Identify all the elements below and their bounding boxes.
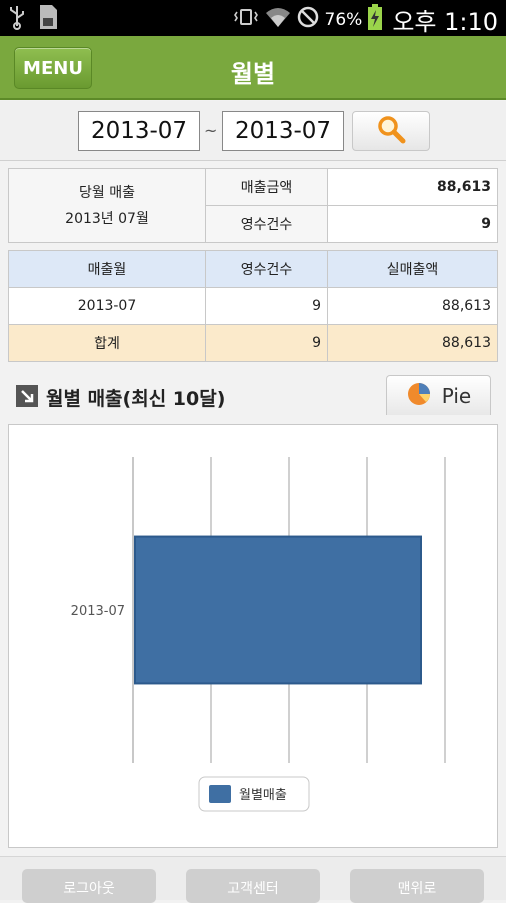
search-button[interactable] [352,111,430,151]
app-header: MENU 월별 [0,36,506,100]
row-month: 2013-07 [8,287,206,325]
battery-percent: 76% [324,9,363,30]
row-amount: 88,613 [327,287,498,325]
bar-chart: 2013-07 월별매출 [71,457,446,812]
table-row: 2013-07 9 88,613 [8,287,498,325]
monthly-sales-table: 매출월 영수건수 실매출액 2013-07 9 88,613 합계 9 88,6… [8,250,498,362]
support-button[interactable]: 고객센터 [186,869,320,903]
scroll-top-button[interactable]: 맨위로 [350,869,484,903]
logout-button[interactable]: 로그아웃 [22,869,156,903]
date-to-field[interactable]: 2013-07 [222,111,344,151]
sales-amount-label: 매출금액 [205,168,328,206]
summary-label-cell: 당월 매출 2013년 07월 [8,168,206,243]
column-header-month: 매출월 [8,250,206,288]
pie-chart-button[interactable]: Pie [386,375,491,415]
bottom-bar: 로그아웃 고객센터 맨위로 [0,856,506,903]
receipt-count-label: 영수건수 [205,205,328,243]
chart-area: 2013-07 월별매출 [8,424,498,848]
summary-label-line2: 2013년 07월 [65,210,149,227]
pie-button-label: Pie [441,383,472,408]
column-header-count: 영수건수 [205,250,328,288]
column-header-amount: 실매출액 [327,250,498,288]
sd-card-icon [36,4,58,34]
bar [134,535,422,685]
wifi-icon [265,5,291,34]
date-separator: ~ [204,121,218,140]
arrow-icon [16,384,38,411]
usb-icon [8,4,26,34]
sales-amount-value: 88,613 [327,168,498,206]
total-count: 9 [205,324,328,362]
chart-title: 월별 매출(최신 10달) [46,388,226,410]
no-signal-icon [297,6,319,33]
row-count: 9 [205,287,328,325]
chart-heading: 월별 매출(최신 10달) [16,384,225,411]
page-title: 월별 [230,60,276,88]
receipt-count-value: 9 [327,205,498,243]
date-range-bar: 2013-07 ~ 2013-07 [0,101,506,161]
battery-charging-icon [368,4,383,35]
summary-label-line1: 당월 매출 [79,184,135,201]
legend-swatch [209,785,231,803]
date-from-field[interactable]: 2013-07 [78,111,200,151]
monthly-summary-table: 당월 매출 2013년 07월 매출금액 88,613 영수건수 9 [8,168,498,243]
total-row: 합계 9 88,613 [8,324,498,362]
legend-label: 월별매출 [239,788,287,803]
status-bar: 76% 오후 1:10 [0,0,506,36]
category-label: 2013-07 [71,604,125,619]
pie-chart-icon [406,381,432,411]
total-label: 합계 [8,324,206,362]
search-icon [376,114,406,148]
total-amount: 88,613 [327,324,498,362]
vibrate-icon [233,7,259,32]
clock: 오후 1:10 [392,8,498,36]
